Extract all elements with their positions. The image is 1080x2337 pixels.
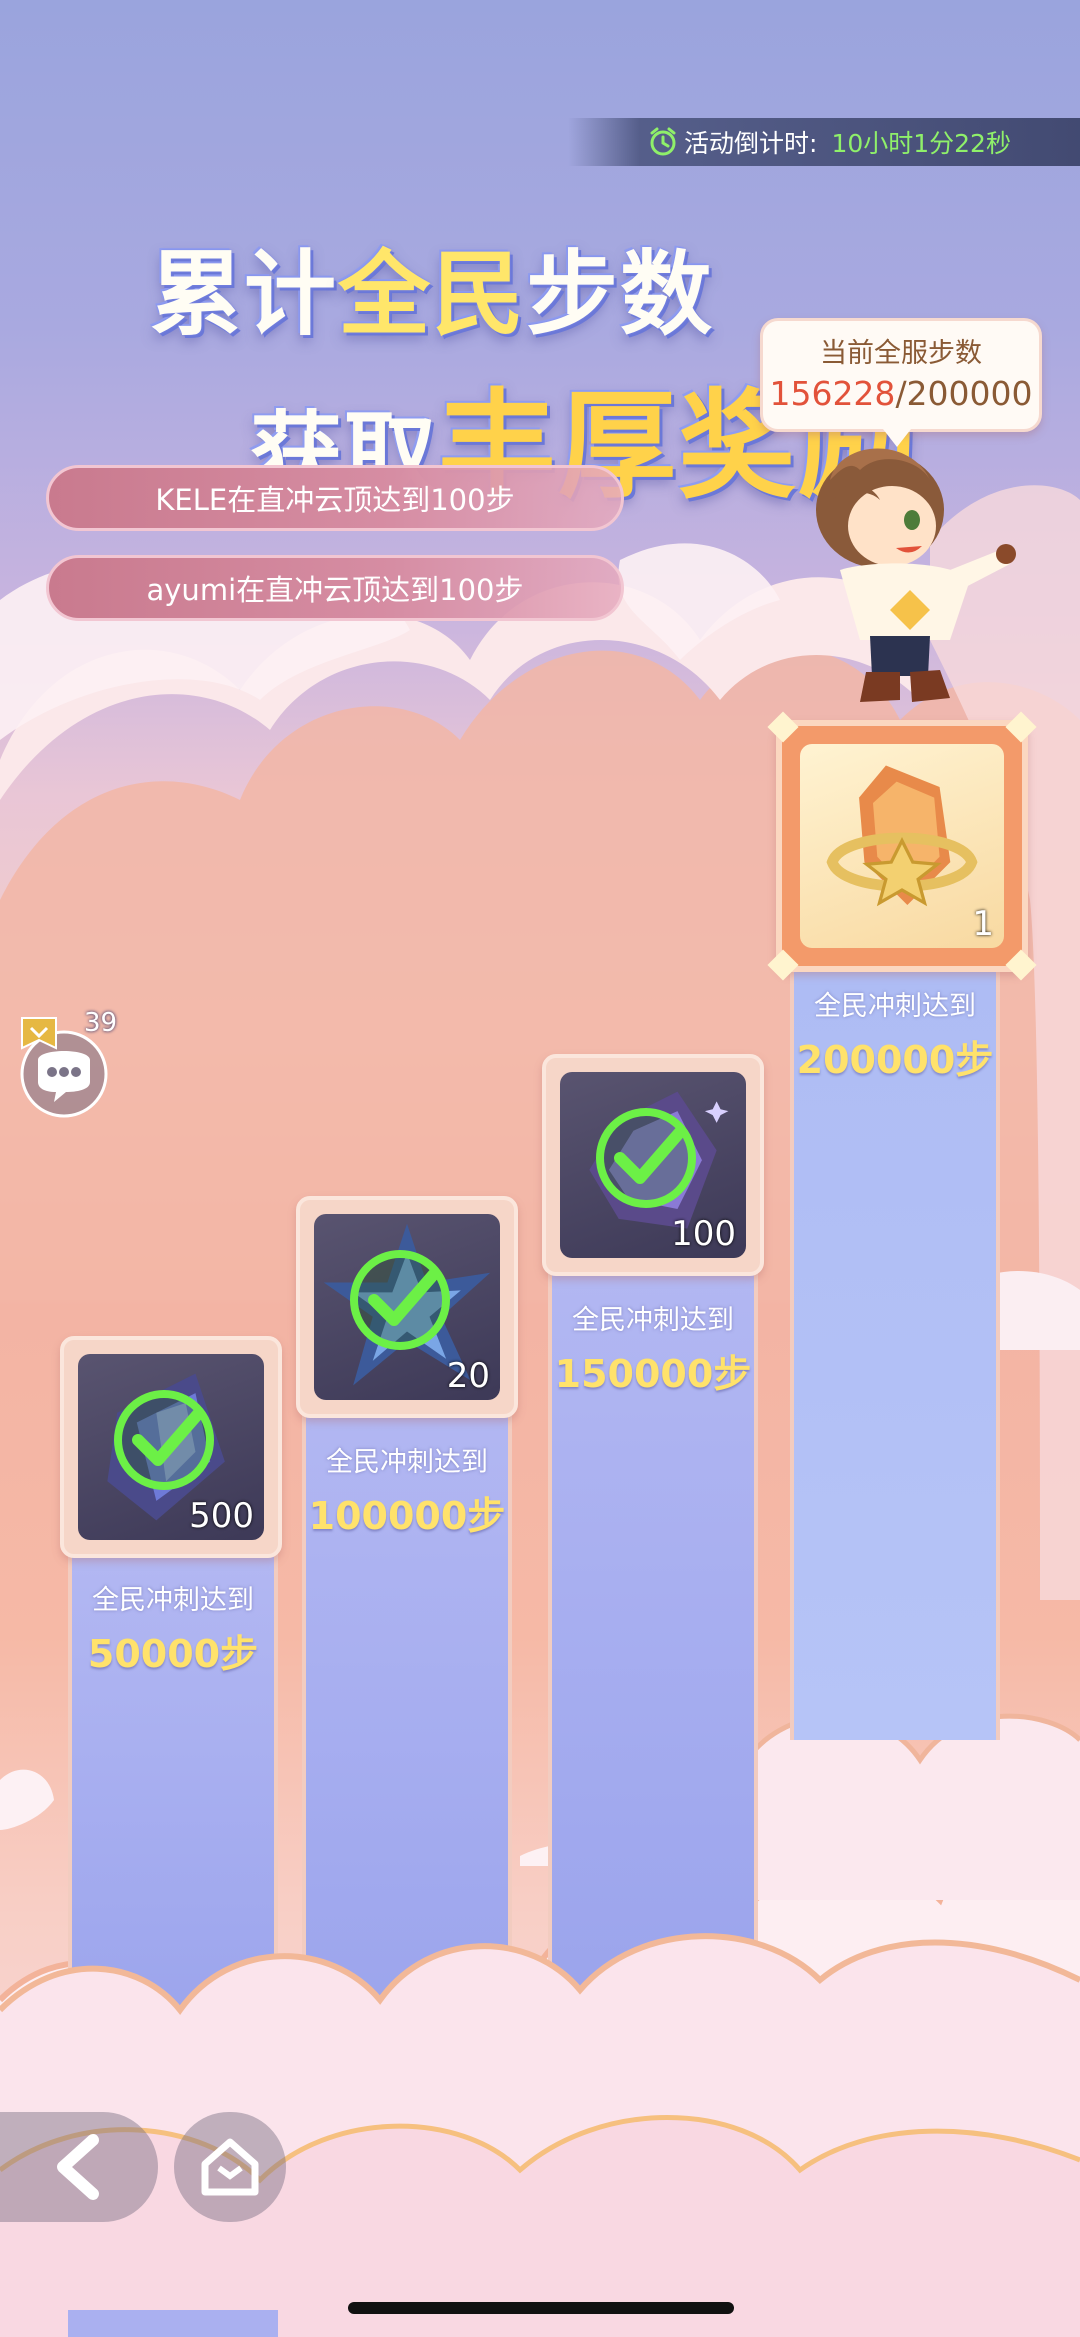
server-steps-goal: /200000 — [895, 374, 1033, 413]
system-home-indicator[interactable] — [348, 2302, 734, 2314]
reward-quantity: 100 — [671, 1214, 736, 1254]
milestone-steps: 200000步 — [796, 1038, 994, 1082]
milestone-label: 全民冲刺达到 50000步 — [68, 1578, 278, 1678]
back-button[interactable] — [0, 2112, 158, 2222]
headline-line-1: 累计全民步数 — [150, 220, 714, 353]
reward-quantity: 20 — [446, 1356, 490, 1396]
headline-word: 累计 — [150, 241, 339, 348]
broadcast-text: KELE在直冲云顶达到100步 — [155, 483, 515, 517]
headline-word: 步数 — [526, 241, 715, 348]
milestone-caption: 全民冲刺达到 — [572, 1305, 734, 1336]
character-avatar — [816, 448, 1016, 702]
server-steps-label: 当前全服步数 — [820, 338, 982, 369]
milestone-caption: 全民冲刺达到 — [814, 991, 976, 1022]
milestone-label: 全民冲刺达到 150000步 — [548, 1298, 758, 1398]
milestone-label: 全民冲刺达到 100000步 — [302, 1440, 512, 1540]
alarm-clock-icon — [650, 127, 676, 156]
server-steps-value: 156228/200000 — [763, 374, 1039, 413]
countdown-label: 活动倒计时: — [684, 129, 818, 158]
claimed-check-icon — [350, 1250, 450, 1350]
reward-item-slot: 100 — [560, 1072, 746, 1258]
reward-item-slot: 20 — [314, 1214, 500, 1400]
claimed-check-icon — [596, 1108, 696, 1208]
reward-card-unclaimed[interactable]: 1 — [767, 711, 1037, 981]
headline-word-highlight: 全民 — [338, 241, 527, 348]
milestone-caption: 全民冲刺达到 — [92, 1585, 254, 1616]
reward-quantity: 500 — [189, 1496, 254, 1536]
reward-item-slot: 500 — [78, 1354, 264, 1540]
broadcast-text: ayumi在直冲云顶达到100步 — [146, 573, 524, 607]
broadcast-message: ayumi在直冲云顶达到100步 — [46, 555, 624, 621]
chat-count-badge: 39 — [84, 1008, 118, 1038]
milestone-caption: 全民冲刺达到 — [326, 1447, 488, 1478]
reward-item-slot: 1 — [800, 744, 1004, 948]
milestone-steps: 50000步 — [87, 1632, 259, 1676]
home-button[interactable] — [174, 2112, 286, 2222]
back-arrow-icon — [57, 2134, 99, 2200]
milestone-steps: 150000步 — [554, 1352, 752, 1396]
countdown-value: 10小时1分22秒 — [831, 129, 1011, 158]
reward-card-claimed[interactable]: 20 — [296, 1196, 518, 1418]
broadcast-message: KELE在直冲云顶达到100步 — [46, 465, 624, 531]
foreground-clouds — [0, 1933, 1080, 2337]
claimed-check-icon — [114, 1390, 214, 1490]
milestone-label: 全民冲刺达到 200000步 — [790, 984, 1000, 1084]
home-icon — [201, 2138, 259, 2196]
server-steps-current: 156228 — [769, 374, 896, 413]
server-steps-panel: 当前全服步数 156228/200000 — [760, 318, 1042, 447]
milestone-steps: 100000步 — [308, 1494, 506, 1538]
reward-card-claimed[interactable]: 500 — [60, 1336, 282, 1558]
countdown-bar: 活动倒计时: 10小时1分22秒 — [568, 118, 1080, 166]
reward-quantity: 1 — [972, 904, 994, 944]
reward-card-claimed[interactable]: 100 — [542, 1054, 764, 1276]
